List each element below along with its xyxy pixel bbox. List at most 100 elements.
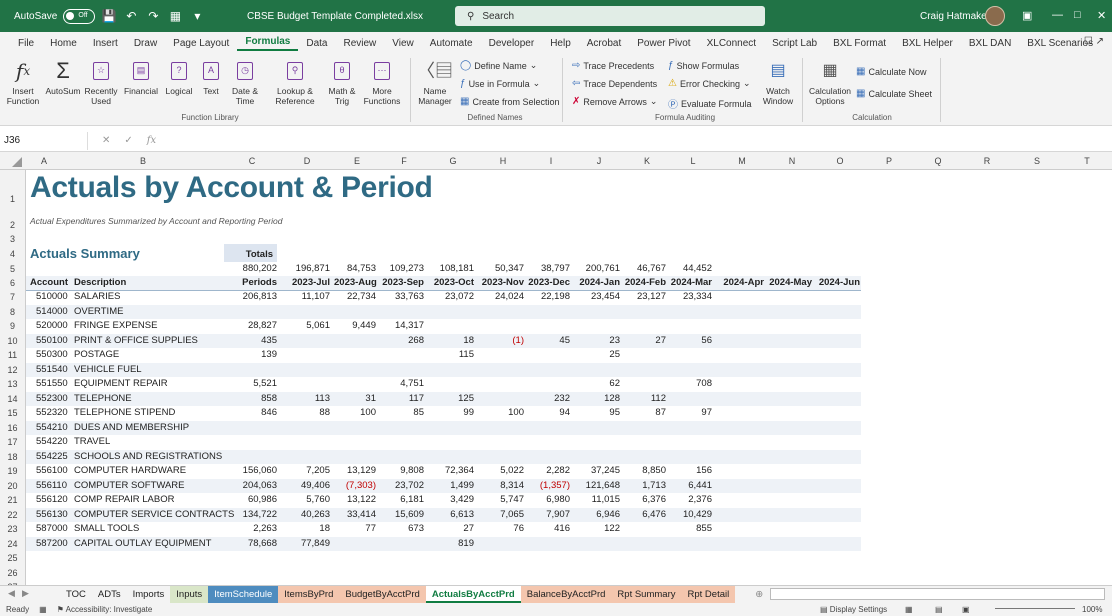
evaluate-formula-button[interactable]: Ⓟ Evaluate Formula [668, 96, 752, 112]
error-checking-button[interactable]: ⚠ Error Checking ⌄ [668, 78, 751, 89]
column-header-a[interactable]: A [26, 152, 62, 170]
date-time-button[interactable]: ◷ Date & Time [228, 58, 262, 106]
column-header-j[interactable]: J [574, 152, 624, 170]
tab-bxl-dan[interactable]: BXL DAN [961, 38, 1019, 49]
horizontal-scrollbar[interactable] [770, 588, 1105, 600]
zoom-level[interactable]: 100% [1082, 605, 1102, 614]
redo-icon[interactable]: ↷ [145, 9, 161, 23]
zoom-slider[interactable] [995, 608, 1075, 609]
user-name[interactable]: Craig Hatmaker [920, 11, 990, 22]
column-header-k[interactable]: K [624, 152, 670, 170]
tab-acrobat[interactable]: Acrobat [579, 38, 629, 49]
sheet-tab-inputs[interactable]: Inputs [170, 586, 209, 603]
enter-icon[interactable]: ✓ [124, 135, 132, 146]
tab-automate[interactable]: Automate [422, 38, 481, 49]
sheet-tab-imports[interactable]: Imports [126, 586, 171, 603]
column-header-n[interactable]: N [768, 152, 816, 170]
column-header-r[interactable]: R [962, 152, 1012, 170]
column-header-m[interactable]: M [716, 152, 768, 170]
name-manager-button[interactable]: 〈▤ Name Manager [416, 58, 454, 106]
row-header-1[interactable]: 1 [0, 170, 26, 218]
prev-sheet-icon[interactable]: ◀ [8, 588, 15, 599]
column-header-t[interactable]: T [1062, 152, 1112, 170]
row-header-11[interactable]: 11 [0, 348, 26, 363]
select-all-corner[interactable] [0, 152, 26, 170]
next-sheet-icon[interactable]: ▶ [22, 588, 29, 599]
row-header-23[interactable]: 23 [0, 522, 26, 537]
autosave-toggle[interactable]: Off [63, 8, 96, 24]
row-header-18[interactable]: 18 [0, 449, 26, 464]
row-header-2[interactable]: 2 [0, 218, 26, 232]
sheet-tab-adts[interactable]: ADTs [91, 586, 127, 603]
row-header-12[interactable]: 12 [0, 362, 26, 377]
row-header-25[interactable]: 25 [0, 551, 26, 566]
tab-bxl-format[interactable]: BXL Format [825, 38, 894, 49]
close-icon[interactable]: ✕ [1097, 9, 1106, 22]
avatar[interactable] [985, 6, 1005, 26]
row-header-24[interactable]: 24 [0, 536, 26, 551]
row-header-20[interactable]: 20 [0, 478, 26, 493]
share-icon[interactable]: ☐ ↗ [1084, 36, 1104, 47]
tab-power-pivot[interactable]: Power Pivot [629, 38, 698, 49]
ribbon-display-icon[interactable]: ▣ [1022, 9, 1032, 22]
sheet-tab-budgetbyacctprd[interactable]: BudgetByAcctPrd [339, 586, 426, 603]
customize-toolbar-icon[interactable]: ▾ [189, 9, 205, 23]
insert-function-button[interactable]: fx Insert Function [6, 58, 40, 106]
row-header-22[interactable]: 22 [0, 507, 26, 522]
row-header-10[interactable]: 10 [0, 333, 26, 348]
sheet-tab-toc[interactable]: TOC [60, 586, 92, 603]
row-header-13[interactable]: 13 [0, 377, 26, 392]
create-from-selection-button[interactable]: ▦ Create from Selection [460, 96, 560, 107]
file-name[interactable]: CBSE Budget Template Completed.xlsx [247, 11, 423, 22]
column-header-l[interactable]: L [670, 152, 716, 170]
column-header-i[interactable]: I [528, 152, 574, 170]
column-header-e[interactable]: E [334, 152, 380, 170]
column-header-o[interactable]: O [816, 152, 864, 170]
sheet-tab-rpt-summary[interactable]: Rpt Summary [611, 586, 682, 603]
recently-used-button[interactable]: ☆ Recently Used [82, 58, 120, 106]
add-sheet-icon[interactable]: ⊕ [749, 586, 769, 603]
page-layout-icon[interactable]: ▤ [935, 605, 943, 614]
column-header-g[interactable]: G [428, 152, 478, 170]
fx-label[interactable]: fx [147, 135, 156, 146]
maximize-icon[interactable]: □ [1074, 9, 1081, 21]
row-header-26[interactable]: 26 [0, 565, 26, 580]
search-box[interactable]: ⚲ Search [455, 6, 765, 26]
column-header-p[interactable]: P [864, 152, 914, 170]
lookup-reference-button[interactable]: ⚲ Lookup & Reference [268, 58, 322, 106]
column-header-c[interactable]: C [224, 152, 280, 170]
row-header-15[interactable]: 15 [0, 406, 26, 421]
text-functions-button[interactable]: A Text [197, 58, 225, 96]
name-box[interactable]: J36 [0, 131, 88, 150]
row-header-3[interactable]: 3 [0, 232, 26, 246]
trace-dependents-button[interactable]: ⇦ Trace Dependents [572, 78, 657, 89]
page-break-icon[interactable]: ▣ [962, 605, 970, 614]
cancel-icon[interactable]: ✕ [102, 135, 110, 146]
financial-button[interactable]: ▤ Financial [121, 58, 161, 96]
save-icon[interactable]: 💾 [101, 9, 117, 23]
remove-arrows-button[interactable]: ✗ Remove Arrows ⌄ [572, 96, 657, 107]
quick-access-icon[interactable]: ▦ [167, 9, 183, 23]
sheet-tab-actualsbyacctprd[interactable]: ActualsByAcctPrd [425, 586, 521, 603]
column-header-d[interactable]: D [280, 152, 334, 170]
row-header-4[interactable]: 4 [0, 246, 26, 262]
column-header-b[interactable]: B [62, 152, 224, 170]
more-functions-button[interactable]: ⋯ More Functions [360, 58, 404, 106]
accessibility-status[interactable]: ⚑ Accessibility: Investigate [57, 605, 153, 614]
tab-data[interactable]: Data [298, 38, 335, 49]
tab-xlconnect[interactable]: XLConnect [699, 38, 764, 49]
math-trig-button[interactable]: θ Math & Trig [322, 58, 362, 106]
sheet-tab-itemsbyprd[interactable]: ItemsByPrd [278, 586, 340, 603]
tab-help[interactable]: Help [542, 38, 579, 49]
tab-home[interactable]: Home [42, 38, 85, 49]
display-settings[interactable]: ▤ Display Settings [820, 605, 887, 614]
minimize-icon[interactable]: — [1052, 9, 1063, 21]
tab-formulas[interactable]: Formulas [237, 36, 299, 51]
column-header-s[interactable]: S [1012, 152, 1062, 170]
normal-view-icon[interactable]: ▦ [905, 605, 913, 614]
tab-bxl-helper[interactable]: BXL Helper [894, 38, 961, 49]
tab-script-lab[interactable]: Script Lab [764, 38, 825, 49]
macro-icon[interactable]: ▦ [39, 605, 47, 614]
define-name-button[interactable]: ◯ Define Name ⌄ [460, 60, 537, 71]
row-header-9[interactable]: 9 [0, 319, 26, 334]
